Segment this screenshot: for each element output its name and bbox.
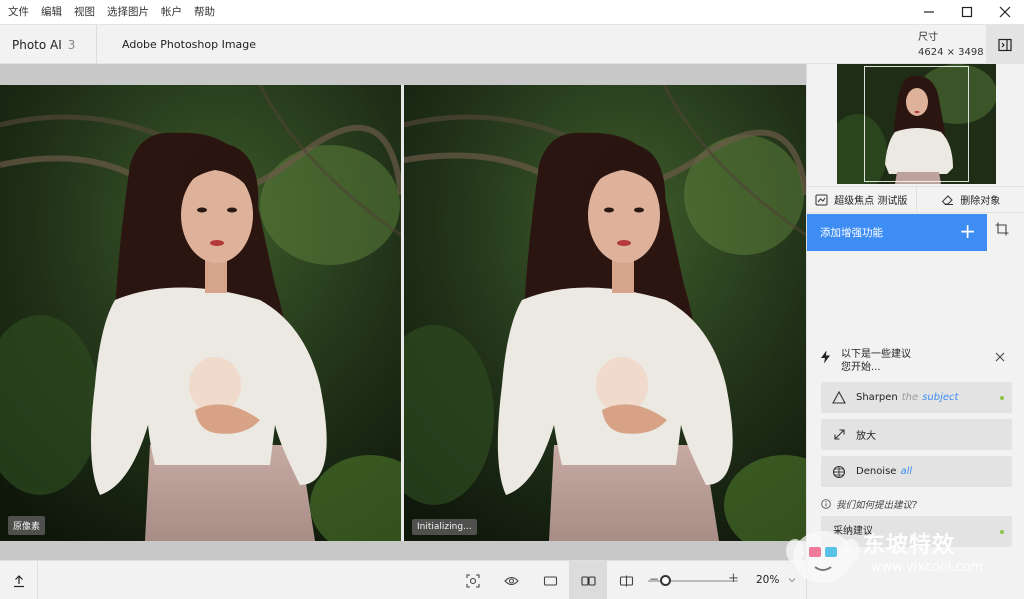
split-view-button[interactable] bbox=[607, 561, 645, 599]
suggestions-header: 以下是一些建议 您开始... bbox=[807, 344, 1024, 380]
upload-icon bbox=[13, 574, 24, 587]
dimensions-label: 尺寸 bbox=[918, 32, 938, 43]
add-enhancement-label: 添加增强功能 bbox=[820, 227, 883, 239]
side-by-side-view-button[interactable] bbox=[569, 561, 607, 599]
close-window-button[interactable] bbox=[986, 0, 1024, 24]
portrait-photo-original bbox=[0, 85, 401, 541]
viewport-frame[interactable] bbox=[864, 66, 969, 182]
app-name: Photo AI bbox=[12, 38, 62, 52]
zoom-level[interactable]: 20% bbox=[756, 561, 779, 599]
preview-photo[interactable]: Initializing... bbox=[404, 85, 806, 541]
triangle-icon bbox=[832, 391, 846, 405]
focus-frame-icon bbox=[815, 194, 828, 205]
how-suggestions-label: 我们如何提出建议? bbox=[836, 500, 918, 511]
watermark: 东坡特效 www.vixcool.com bbox=[785, 527, 1015, 587]
suggestion-upscale[interactable]: 放大 bbox=[821, 419, 1012, 450]
crop-icon[interactable] bbox=[995, 222, 1009, 236]
window-controls bbox=[910, 0, 1024, 24]
menu-account[interactable]: 帐户 bbox=[155, 0, 188, 24]
menu-view[interactable]: 视图 bbox=[68, 0, 101, 24]
suggestion-sharpen[interactable]: Sharpen the subject bbox=[821, 382, 1012, 413]
single-view-icon bbox=[543, 575, 557, 586]
zoom-slider-handle[interactable] bbox=[660, 575, 671, 586]
status-dot bbox=[1000, 396, 1004, 400]
grid-circle-icon bbox=[832, 465, 846, 479]
suggestion-denoise[interactable]: Denoise all bbox=[821, 456, 1012, 487]
minimize-icon bbox=[924, 11, 934, 13]
export-button[interactable] bbox=[0, 561, 38, 599]
menu-help[interactable]: 帮助 bbox=[188, 0, 221, 24]
eraser-icon bbox=[942, 194, 954, 205]
panel-toggle-button[interactable] bbox=[986, 25, 1024, 65]
watermark-text: 东坡特效 bbox=[863, 533, 956, 558]
original-photo[interactable]: 原像素 bbox=[0, 85, 401, 541]
super-focus-button[interactable]: 超级焦点 测试版 bbox=[807, 187, 916, 212]
suggestions-title-line2: 您开始... bbox=[841, 362, 881, 373]
model-row: 超级焦点 测试版 删除对象 bbox=[807, 186, 1024, 213]
side-panel-icon bbox=[998, 38, 1012, 52]
app-title[interactable]: Photo AI 3 bbox=[12, 25, 75, 65]
bottom-toolbar: − + 20% bbox=[0, 560, 806, 599]
maximize-icon bbox=[961, 6, 973, 18]
top-bar: Photo AI 3 Adobe Photoshop Image 尺寸 4624 … bbox=[0, 24, 1024, 65]
suggestion-sharpen-muted: the bbox=[901, 392, 919, 403]
mascot-logo bbox=[786, 531, 860, 583]
suggestion-upscale-label: 放大 bbox=[856, 431, 876, 442]
remove-object-button[interactable]: 删除对象 bbox=[915, 187, 1024, 212]
suggestions-title-line1: 以下是一些建议 bbox=[841, 349, 911, 360]
menu-bar: 文件 编辑 视图 选择图片 帐户 帮助 bbox=[0, 0, 1024, 24]
suggestion-sharpen-label: Sharpen bbox=[856, 392, 898, 403]
portrait-photo-preview bbox=[404, 85, 806, 541]
image-dimensions: 尺寸 4624 × 3498 bbox=[918, 30, 984, 60]
single-view-button[interactable] bbox=[531, 561, 569, 599]
split-view-icon bbox=[619, 575, 633, 586]
watermark-url: www.vixcool.com bbox=[871, 560, 984, 575]
maximize-button[interactable] bbox=[948, 0, 986, 24]
menu-edit[interactable]: 编辑 bbox=[35, 0, 68, 24]
right-panel: 超级焦点 测试版 删除对象 添加增强功能 + 以下是一些建议 您开始... Sh… bbox=[806, 64, 1024, 599]
image-count: 3 bbox=[67, 38, 76, 52]
how-suggestions-link[interactable]: 我们如何提出建议? bbox=[821, 497, 917, 511]
super-focus-label: 超级焦点 测试版 bbox=[834, 196, 908, 207]
file-name: Adobe Photoshop Image bbox=[122, 38, 257, 51]
menu-file[interactable]: 文件 bbox=[0, 0, 35, 24]
face-scan-icon bbox=[466, 573, 480, 588]
processing-status-label: Initializing... bbox=[412, 519, 477, 535]
add-enhancement-button[interactable]: 添加增强功能 + bbox=[807, 214, 987, 251]
zoom-out-button[interactable]: − bbox=[649, 572, 659, 586]
menu-select-images[interactable]: 选择图片 bbox=[101, 0, 155, 24]
divider bbox=[96, 25, 97, 65]
expand-arrows-icon bbox=[832, 428, 846, 442]
suggestion-sharpen-target: subject bbox=[922, 392, 959, 403]
dimensions-value: 4624 × 3498 bbox=[918, 47, 984, 58]
navigator-thumbnail[interactable] bbox=[837, 64, 996, 184]
info-icon bbox=[821, 499, 831, 509]
zoom-in-button[interactable]: + bbox=[728, 571, 739, 586]
close-icon[interactable] bbox=[995, 352, 1005, 362]
suggestion-denoise-target: all bbox=[900, 466, 913, 477]
lightning-icon bbox=[821, 350, 830, 364]
suggestions-title: 以下是一些建议 您开始... bbox=[841, 348, 911, 374]
face-detect-button[interactable] bbox=[454, 561, 492, 599]
side-by-side-icon bbox=[580, 575, 596, 586]
plus-icon: + bbox=[959, 219, 976, 243]
suggestion-denoise-label: Denoise bbox=[856, 466, 897, 477]
original-pixels-label: 原像素 bbox=[8, 516, 46, 535]
remove-object-label: 删除对象 bbox=[960, 196, 1001, 207]
eye-icon bbox=[503, 576, 519, 585]
minimize-button[interactable] bbox=[910, 0, 948, 24]
close-icon bbox=[999, 6, 1011, 18]
preview-toggle-button[interactable] bbox=[492, 561, 530, 599]
image-canvas[interactable]: 原像素 Initializing... bbox=[0, 64, 806, 560]
